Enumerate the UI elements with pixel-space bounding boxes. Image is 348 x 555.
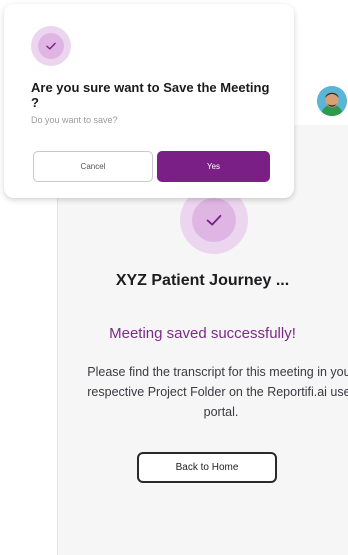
save-confirmation-dialog: Are you sure want to Save the Meeting ? … xyxy=(4,4,294,198)
user-avatar-icon xyxy=(317,86,347,116)
dialog-subtitle: Do you want to save? xyxy=(31,115,118,125)
check-icon xyxy=(46,42,56,50)
dialog-title: Are you sure want to Save the Meeting ? xyxy=(31,80,270,110)
cancel-button[interactable]: Cancel xyxy=(33,151,153,182)
confirm-yes-button[interactable]: Yes xyxy=(157,151,270,182)
success-message: Meeting saved successfully! xyxy=(109,325,296,342)
project-title: XYZ Patient Journey ... xyxy=(115,272,290,289)
dialog-check-badge xyxy=(31,26,71,66)
back-to-home-button[interactable]: Back to Home xyxy=(137,452,277,483)
user-avatar[interactable] xyxy=(317,86,347,116)
check-icon xyxy=(206,214,222,226)
success-description: Please find the transcript for this meet… xyxy=(87,365,348,419)
